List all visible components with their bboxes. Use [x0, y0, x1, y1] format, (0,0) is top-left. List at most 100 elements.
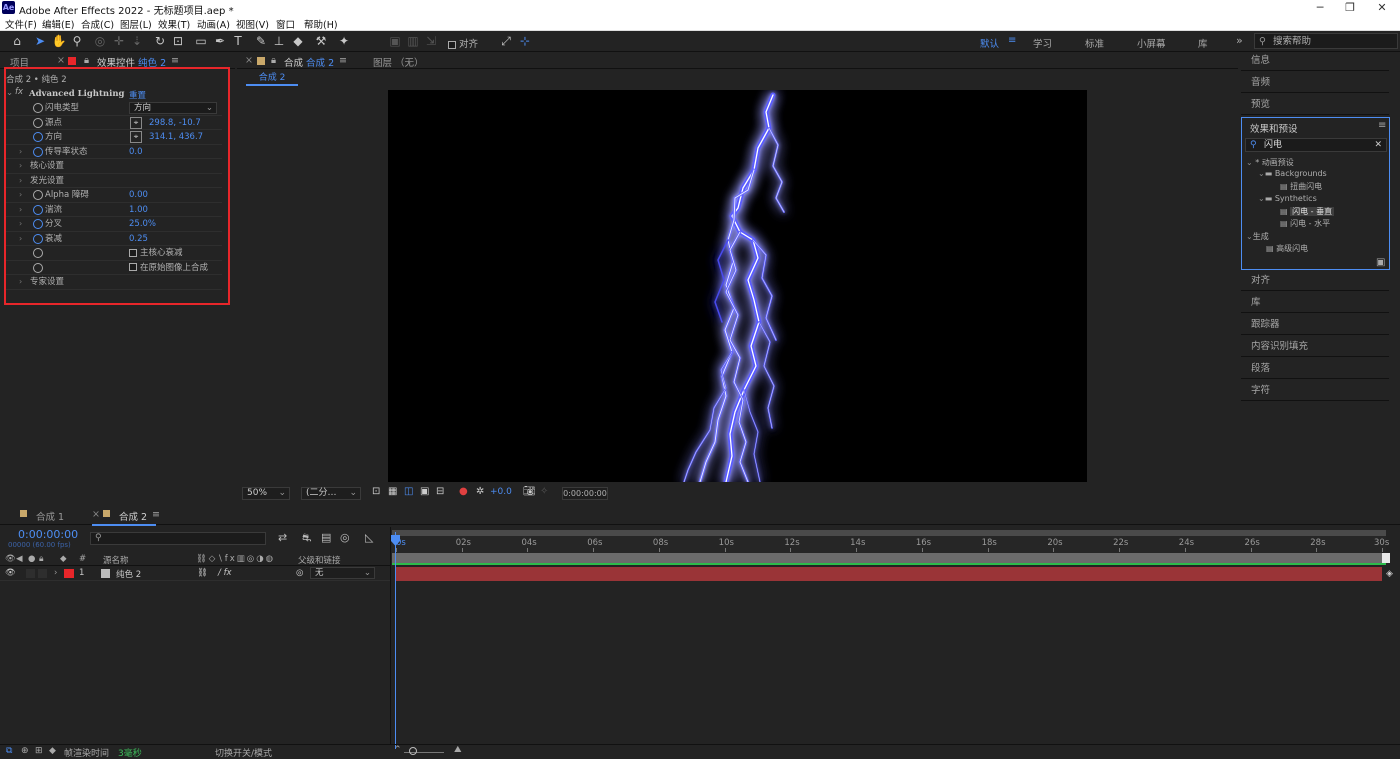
- workspace-standard[interactable]: 标准: [1085, 36, 1104, 50]
- zoom-slider-thumb[interactable]: [409, 747, 417, 755]
- workspace-menu-icon[interactable]: ≡: [1008, 35, 1016, 46]
- panel-tracker[interactable]: 跟踪器: [1241, 315, 1389, 335]
- hand-tool-icon[interactable]: ✋: [51, 33, 67, 49]
- visibility-column-icon[interactable]: 👁︎: [5, 554, 16, 564]
- shy-switch-icon[interactable]: ⛓: [197, 568, 208, 578]
- panel-audio[interactable]: 音频: [1241, 73, 1389, 93]
- region-of-interest-icon[interactable]: ⊡: [372, 486, 380, 497]
- color-channels-icon[interactable]: ●: [459, 486, 468, 497]
- rotate-tool-icon[interactable]: ↻: [152, 33, 168, 49]
- menu-effect[interactable]: 效果(T): [158, 17, 190, 31]
- current-time-indicator[interactable]: [395, 532, 396, 749]
- chevron-right-icon[interactable]: ›: [19, 188, 22, 202]
- dolly-tool-icon[interactable]: ⇣: [129, 33, 145, 49]
- parent-dropdown[interactable]: 无 ⌄: [310, 567, 375, 579]
- zoom-tool-icon[interactable]: ⚲: [69, 33, 85, 49]
- transfer-controls-icon[interactable]: ⊞: [35, 746, 43, 756]
- align-checkbox[interactable]: 对齐: [448, 36, 478, 50]
- zoom-in-icon[interactable]: ⛰: [454, 745, 462, 755]
- 3d-view-icon[interactable]: ⊟: [436, 486, 444, 497]
- stopwatch-icon[interactable]: [33, 219, 43, 229]
- label-column-icon[interactable]: ◆: [60, 554, 67, 564]
- chevron-right-icon[interactable]: ›: [19, 159, 22, 173]
- panel-menu-icon[interactable]: ≡: [1378, 120, 1386, 131]
- comp-mini-flowchart-icon[interactable]: ⇄: [278, 531, 287, 544]
- expand-icon[interactable]: ⤢: [498, 33, 514, 49]
- menu-animation[interactable]: 动画(A): [197, 17, 230, 31]
- zoom-dropdown[interactable]: 50% ⌄: [242, 487, 290, 500]
- more-workspaces-icon[interactable]: »: [1236, 34, 1243, 47]
- type-tool-icon[interactable]: T: [230, 33, 246, 49]
- origin-value[interactable]: 298.8, -10.7: [149, 116, 201, 130]
- orbit-tool-icon[interactable]: ◎: [92, 33, 108, 49]
- conductivity-value[interactable]: 0.0: [129, 145, 143, 159]
- guides-icon[interactable]: ▣: [420, 486, 429, 497]
- workspace-learn[interactable]: 学习: [1033, 36, 1052, 50]
- shy-layers-icon[interactable]: ▤: [321, 531, 331, 544]
- puppet-pin-tool-icon[interactable]: ✦: [336, 33, 352, 49]
- alpha-obstacle-value[interactable]: 0.00: [129, 188, 148, 202]
- parent-link-column[interactable]: 父级和链接: [298, 554, 341, 566]
- source-name-column[interactable]: 源名称: [103, 554, 129, 566]
- stopwatch-icon[interactable]: [33, 262, 43, 273]
- chevron-right-icon[interactable]: ›: [19, 217, 22, 231]
- pan-tool-icon[interactable]: ✛: [111, 33, 127, 49]
- graph-editor-icon[interactable]: ◺: [365, 531, 373, 544]
- grid-snap-icon[interactable]: ⊹: [517, 33, 533, 49]
- workspace-default[interactable]: 默认: [980, 36, 999, 50]
- reset-link[interactable]: 重置: [129, 89, 146, 101]
- layer-search-input[interactable]: ⚲: [90, 532, 266, 545]
- toggle-switches-modes[interactable]: 切换开关/模式: [215, 746, 272, 759]
- transparency-grid-icon[interactable]: ▦: [388, 486, 397, 497]
- lock-toggle[interactable]: [38, 569, 47, 578]
- tab-layer[interactable]: 图层 （无）: [373, 55, 424, 69]
- crosshair-icon[interactable]: ⌖: [130, 131, 142, 143]
- panel-preview[interactable]: 预览: [1241, 95, 1389, 115]
- chevron-right-icon[interactable]: ›: [19, 203, 22, 217]
- tab-comp-1[interactable]: 合成 1: [36, 509, 64, 523]
- tree-twisted-lightning[interactable]: ▤ 扭曲闪电: [1280, 181, 1322, 192]
- panel-menu-icon[interactable]: ≡: [171, 55, 179, 66]
- fx-switch-icon[interactable]: / fx: [218, 568, 232, 578]
- current-timecode[interactable]: 0:00:00:00: [18, 528, 78, 541]
- tree-generate[interactable]: ⌄生成: [1246, 231, 1269, 242]
- tree-lightning-vertical[interactable]: ▤ 闪电 - 垂直: [1280, 206, 1335, 217]
- panel-library[interactable]: 库: [1241, 293, 1389, 313]
- stopwatch-icon[interactable]: [33, 146, 43, 157]
- pick-whip-icon[interactable]: ◎: [296, 568, 303, 578]
- selection-tool-icon[interactable]: ➤: [32, 33, 48, 49]
- tree-animation-presets[interactable]: ⌄ * 动画预设: [1246, 157, 1294, 168]
- stopwatch-icon[interactable]: [33, 233, 43, 244]
- lock-icon[interactable]: 🔒︎: [84, 55, 89, 66]
- viewer-timecode[interactable]: 0:00:00:00: [562, 487, 608, 500]
- close-button[interactable]: ✕: [1366, 0, 1398, 16]
- lock-column-icon[interactable]: 🔒︎: [39, 554, 44, 564]
- menu-help[interactable]: 帮助(H): [304, 17, 338, 31]
- menu-layer[interactable]: 图层(L): [120, 17, 152, 31]
- layer-switches-icon[interactable]: ⊕: [21, 746, 29, 756]
- panel-menu-icon[interactable]: ≡: [339, 55, 347, 66]
- comp-flowchart-tab[interactable]: 合成 2: [246, 72, 298, 86]
- switches-column-icons[interactable]: ⛓◇∖fx▥◎◑◍: [196, 554, 275, 564]
- resolution-dropdown[interactable]: (二分… ⌄: [301, 487, 361, 500]
- mask-visibility-icon[interactable]: ◫: [404, 486, 413, 497]
- direction-value[interactable]: 314.1, 436.7: [149, 130, 203, 144]
- panel-menu-icon[interactable]: ≡: [152, 509, 160, 520]
- roto-brush-tool-icon[interactable]: ⚒: [313, 33, 329, 49]
- workspace-small-screen[interactable]: 小屏幕: [1137, 36, 1166, 50]
- solo-toggle[interactable]: [26, 569, 35, 578]
- stopwatch-icon[interactable]: [33, 117, 43, 128]
- chevron-right-icon[interactable]: ›: [19, 145, 22, 159]
- menu-window[interactable]: 窗口: [276, 17, 295, 31]
- layer-label-color[interactable]: [64, 569, 74, 578]
- snapshot-camera-icon[interactable]: 📷︎: [523, 486, 536, 497]
- stopwatch-icon[interactable]: [33, 132, 43, 142]
- chevron-right-icon[interactable]: ›: [19, 174, 22, 188]
- stopwatch-icon[interactable]: [33, 248, 43, 258]
- eye-icon[interactable]: 👁︎: [5, 568, 16, 578]
- comp-settings-icon[interactable]: ⧉: [6, 746, 12, 756]
- stopwatch-icon[interactable]: [33, 190, 43, 200]
- zoom-out-icon[interactable]: ⌃: [394, 745, 402, 755]
- draft-3d-icon[interactable]: ⛐: [302, 531, 312, 546]
- keyframe-navigator-icon[interactable]: ◈: [1386, 569, 1393, 579]
